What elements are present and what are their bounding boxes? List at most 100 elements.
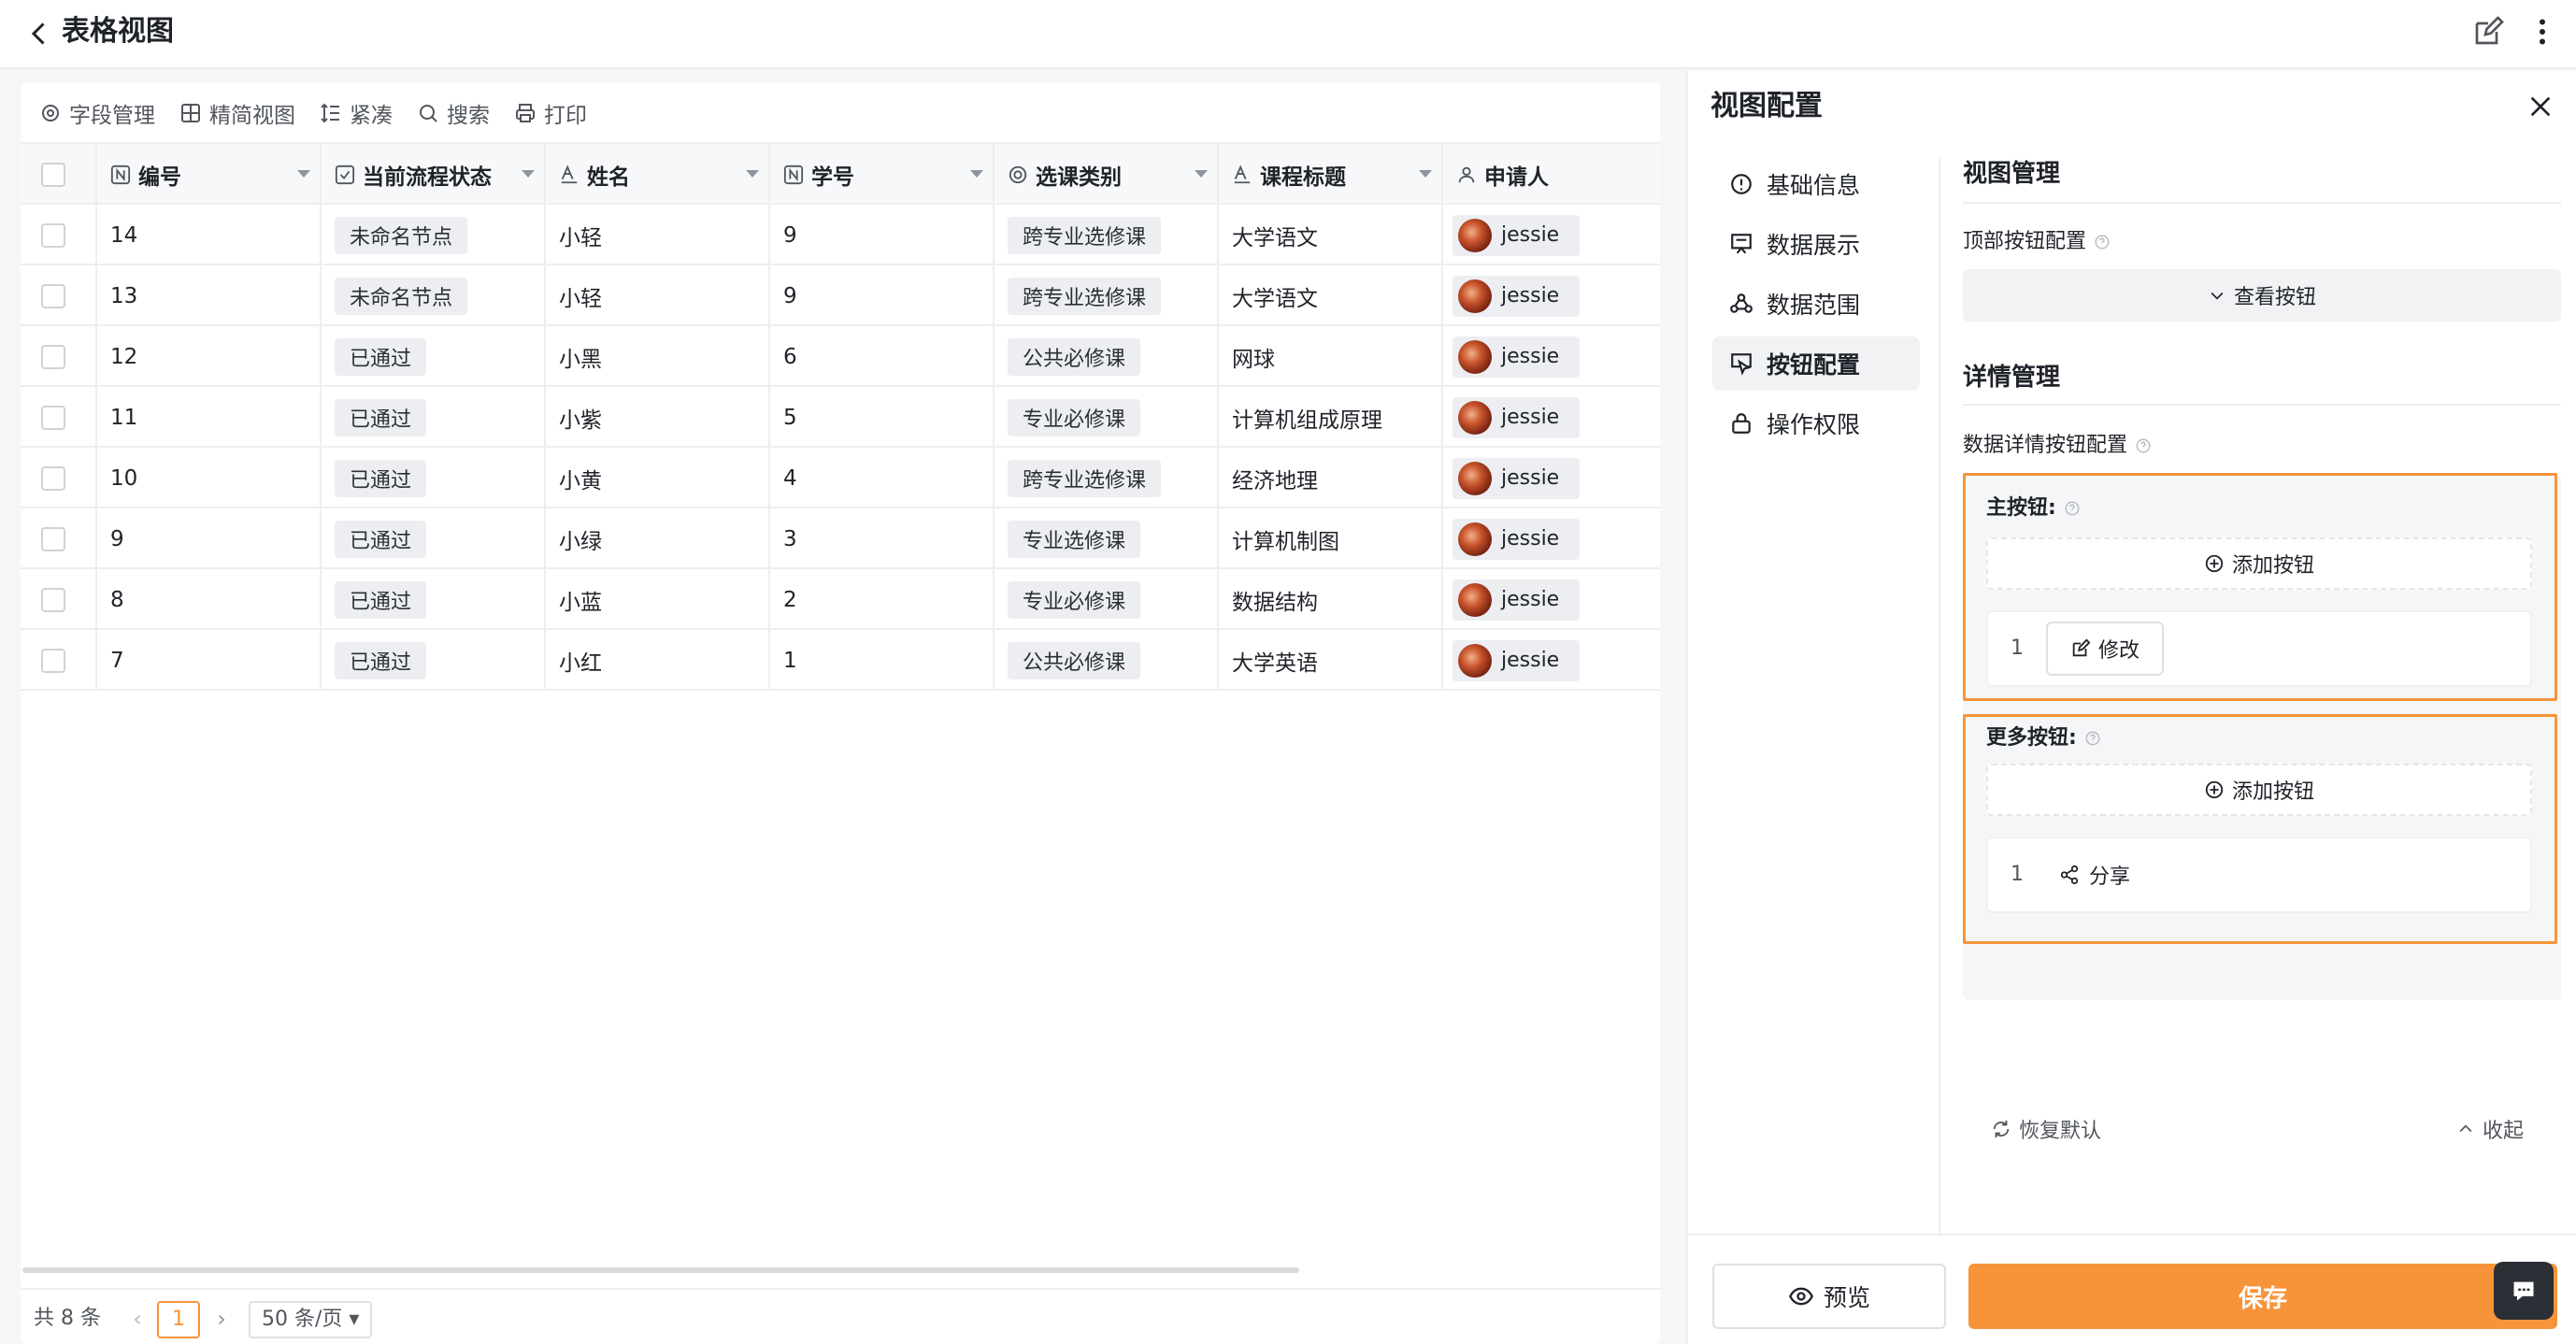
compact-button[interactable]: 紧凑 (320, 97, 393, 129)
table-row[interactable]: 10 已通过 小黄 4 跨专业选修课 经济地理 jessie (21, 448, 1660, 508)
edit-button-chip[interactable]: 修改 (2046, 622, 2165, 676)
section-divider (1963, 404, 2561, 406)
nav-item-data-scope[interactable]: 数据范围 (1712, 277, 1920, 331)
user-tag[interactable]: jessie (1453, 275, 1581, 317)
table-row[interactable]: 8 已通过 小蓝 2 专业必修课 数据结构 jessie (21, 569, 1660, 630)
category-tag: 跨专业选修课 (1008, 459, 1162, 497)
restore-default-button[interactable]: 恢复默认 (1991, 1114, 2101, 1144)
row-checkbox[interactable] (41, 405, 65, 430)
table-row[interactable]: 14 未命名节点 小轻 9 跨专业选修课 大学语文 jessie (21, 205, 1660, 265)
row-checkbox[interactable] (41, 648, 65, 673)
applicant-cell: jessie (1443, 508, 1660, 569)
nav-item-permissions[interactable]: 操作权限 (1712, 396, 1920, 450)
horizontal-scrollbar[interactable] (22, 1267, 1658, 1275)
table-row[interactable]: 12 已通过 小黑 6 公共必修课 网球 jessie (21, 326, 1660, 387)
nav-item-basic-info[interactable]: 基础信息 (1712, 157, 1920, 211)
user-tag[interactable]: jessie (1453, 518, 1581, 560)
collapse-button[interactable]: 收起 (2456, 1114, 2524, 1144)
status-cell: 未命名节点 (322, 265, 546, 326)
view-buttons-toggle[interactable]: 查看按钮 (1963, 269, 2561, 322)
row-checkbox[interactable] (41, 587, 65, 612)
add-more-button[interactable]: 添加按钮 (1986, 764, 2532, 816)
field-management-button[interactable]: 字段管理 (39, 97, 155, 129)
column-header[interactable]: 申请人 (1443, 144, 1660, 205)
nav-item-data-display[interactable]: 数据展示 (1712, 217, 1920, 271)
preview-button[interactable]: 预览 (1712, 1264, 1946, 1329)
row-checkbox[interactable] (41, 465, 65, 491)
select-all-checkbox[interactable] (41, 162, 65, 187)
share-button-chip[interactable]: 分享 (2059, 853, 2130, 896)
button-index: 1 (2011, 863, 2024, 886)
row-checkbox[interactable] (41, 222, 65, 248)
page-size-select[interactable]: 50 条/页 ▾ (249, 1301, 372, 1338)
table-row[interactable]: 13 未命名节点 小轻 9 跨专业选修课 大学语文 jessie (21, 265, 1660, 326)
user-tag[interactable]: jessie (1453, 639, 1581, 681)
id-cell: 12 (97, 326, 322, 387)
user-name: jessie (1501, 345, 1560, 368)
sort-caret-icon[interactable] (970, 170, 983, 178)
chat-float-button[interactable] (2494, 1262, 2554, 1320)
user-name: jessie (1501, 588, 1560, 611)
table-row[interactable]: 11 已通过 小紫 5 专业必修课 计算机组成原理 jessie (21, 387, 1660, 448)
user-tag[interactable]: jessie (1453, 396, 1581, 438)
category-tag: 公共必修课 (1008, 641, 1141, 679)
prev-page-icon[interactable]: ‹ (123, 1305, 151, 1333)
status-cell: 已通过 (322, 326, 546, 387)
sort-caret-icon[interactable] (522, 170, 535, 178)
sort-caret-icon[interactable] (746, 170, 759, 178)
primary-button-item[interactable]: 1 修改 (1986, 610, 2532, 687)
column-header[interactable]: 学号 (770, 144, 995, 205)
sort-caret-icon[interactable] (1195, 170, 1208, 178)
column-header[interactable]: 课程标题 (1219, 144, 1443, 205)
edit-icon[interactable] (2471, 15, 2505, 49)
close-icon[interactable] (2526, 92, 2555, 122)
simple-view-button[interactable]: 精简视图 (179, 97, 295, 129)
row-checkbox[interactable] (41, 526, 65, 551)
category-tag: 公共必修课 (1008, 337, 1141, 376)
help-icon[interactable] (2094, 234, 2111, 250)
sort-caret-icon[interactable] (1419, 170, 1432, 178)
user-tag[interactable]: jessie (1453, 457, 1581, 499)
help-icon[interactable] (2064, 500, 2081, 517)
column-header[interactable]: 编号 (97, 144, 322, 205)
current-page-button[interactable]: 1 (157, 1301, 200, 1338)
scrollbar-thumb[interactable] (22, 1267, 1299, 1273)
table-row[interactable]: 7 已通过 小红 1 公共必修课 大学英语 jessie (21, 630, 1660, 691)
row-checkbox[interactable] (41, 283, 65, 308)
save-button[interactable]: 保存 (1968, 1264, 2557, 1329)
field-settings-icon (42, 105, 59, 122)
status-cell: 已通过 (322, 508, 546, 569)
column-label: 课程标题 (1260, 164, 1346, 190)
course-cell: 计算机组成原理 (1219, 387, 1443, 448)
print-button[interactable]: 打印 (514, 97, 587, 129)
applicant-cell: jessie (1443, 569, 1660, 630)
button-index: 1 (2011, 636, 2024, 660)
toolbar-label: 精简视图 (209, 104, 295, 128)
number-field-icon (783, 164, 804, 184)
student-no-value: 9 (783, 283, 797, 308)
help-icon[interactable] (2084, 730, 2101, 747)
next-page-icon[interactable]: › (208, 1305, 236, 1333)
column-header[interactable]: 姓名 (546, 144, 770, 205)
select-cell (21, 630, 97, 691)
more-button-item[interactable]: 1 分享 (1986, 836, 2532, 913)
name-cell: 小黑 (546, 326, 770, 387)
row-checkbox[interactable] (41, 344, 65, 369)
column-header[interactable]: 选课类别 (995, 144, 1219, 205)
more-vertical-icon[interactable] (2529, 15, 2555, 49)
sort-caret-icon[interactable] (297, 170, 310, 178)
nav-item-button-config[interactable]: 按钮配置 (1712, 336, 1920, 391)
search-button[interactable]: 搜索 (417, 97, 490, 129)
user-tag[interactable]: jessie (1453, 336, 1581, 378)
column-header[interactable]: 当前流程状态 (322, 144, 546, 205)
table-row[interactable]: 9 已通过 小绿 3 专业选修课 计算机制图 jessie (21, 508, 1660, 569)
id-cell: 9 (97, 508, 322, 569)
id-cell: 8 (97, 569, 322, 630)
user-tag[interactable]: jessie (1453, 214, 1581, 256)
user-tag[interactable]: jessie (1453, 579, 1581, 621)
add-primary-button[interactable]: 添加按钮 (1986, 537, 2532, 590)
help-icon[interactable] (2135, 437, 2152, 454)
pagination: 共 8 条 ‹ 1 › 50 条/页 ▾ (21, 1288, 1660, 1344)
back-arrow-icon[interactable] (22, 17, 56, 50)
label-text: 更多按钮: (1986, 726, 2077, 750)
